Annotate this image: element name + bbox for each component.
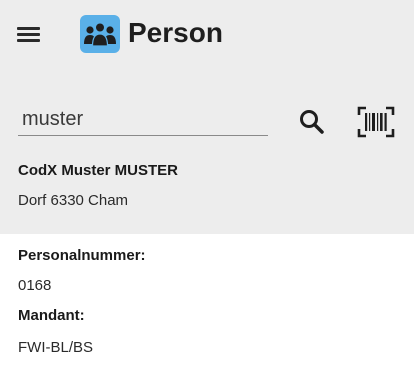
people-group-icon — [80, 15, 120, 53]
search-panel: Person CodX Muster MUSTER Dorf 6330 Cham — [0, 0, 414, 234]
page-title: Person — [128, 17, 223, 48]
mandant-label: Mandant: — [18, 307, 85, 324]
result-name[interactable]: CodX Muster MUSTER — [18, 162, 178, 179]
result-address: Dorf 6330 Cham — [18, 192, 129, 209]
search-input[interactable] — [18, 106, 268, 136]
barcode-scan-icon[interactable] — [356, 104, 396, 140]
personalnummer-label: Personalnummer: — [18, 247, 146, 264]
search-icon[interactable] — [296, 106, 328, 138]
hamburger-menu-icon[interactable] — [16, 24, 42, 44]
personalnummer-value: 0168 — [18, 277, 52, 294]
app-bar: Person — [0, 0, 414, 70]
mandant-value: FWI-BL/BS — [18, 339, 94, 356]
